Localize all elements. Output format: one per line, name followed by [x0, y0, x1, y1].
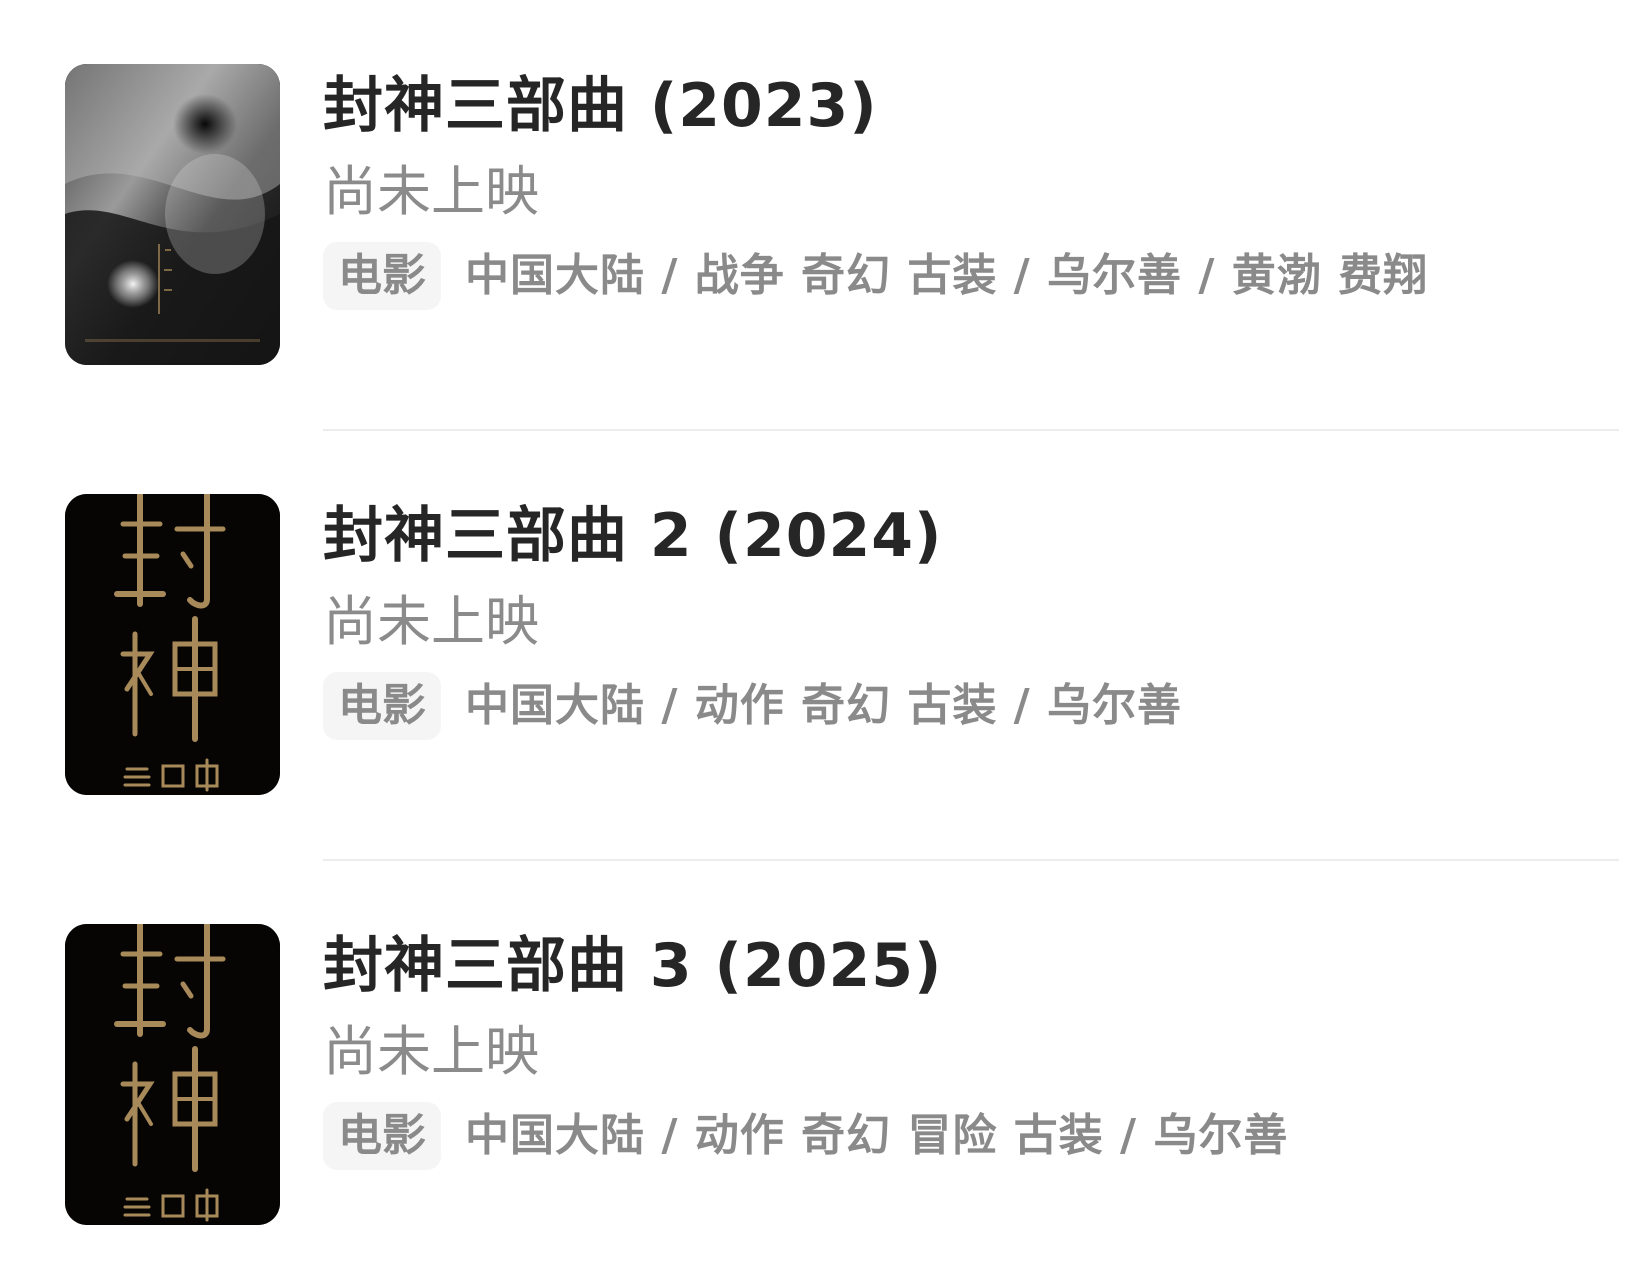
- type-tag: 电影: [323, 242, 441, 310]
- movie-list: 封神三部曲 (2023) 尚未上映 电影 中国大陆 / 战争 奇幻 古装 / 乌…: [0, 0, 1636, 1280]
- movie-meta: 电影 中国大陆 / 战争 奇幻 古装 / 乌尔善 / 黄渤 费翔: [323, 242, 1596, 310]
- poster-thumbnail[interactable]: [65, 494, 280, 795]
- list-item[interactable]: 封神三部曲 3 (2025) 尚未上映 电影 中国大陆 / 动作 奇幻 冒险 古…: [0, 860, 1636, 1270]
- movie-title[interactable]: 封神三部曲 (2023): [323, 64, 1596, 148]
- movie-description: 中国大陆 / 战争 奇幻 古装 / 乌尔善 / 黄渤 费翔: [465, 250, 1429, 301]
- movie-title[interactable]: 封神三部曲 2 (2024): [323, 494, 1596, 578]
- movie-info: 封神三部曲 3 (2025) 尚未上映 电影 中国大陆 / 动作 奇幻 冒险 古…: [323, 924, 1596, 1170]
- poster-thumbnail[interactable]: [65, 64, 280, 365]
- movie-meta: 电影 中国大陆 / 动作 奇幻 冒险 古装 / 乌尔善: [323, 1102, 1596, 1170]
- list-item[interactable]: 封神三部曲 (2023) 尚未上映 电影 中国大陆 / 战争 奇幻 古装 / 乌…: [0, 0, 1636, 431]
- yin-yang-poster-icon: [65, 64, 280, 365]
- calligraphy-poster-icon: [65, 494, 280, 795]
- movie-info: 封神三部曲 (2023) 尚未上映 电影 中国大陆 / 战争 奇幻 古装 / 乌…: [323, 64, 1596, 310]
- release-status: 尚未上映: [323, 1020, 539, 1083]
- movie-title[interactable]: 封神三部曲 3 (2025): [323, 924, 1596, 1008]
- release-status: 尚未上映: [323, 160, 539, 223]
- release-status: 尚未上映: [323, 590, 539, 653]
- movie-description: 中国大陆 / 动作 奇幻 冒险 古装 / 乌尔善: [465, 1110, 1289, 1161]
- type-tag: 电影: [323, 1102, 441, 1170]
- movie-meta: 电影 中国大陆 / 动作 奇幻 古装 / 乌尔善: [323, 672, 1596, 740]
- list-item[interactable]: 封神三部曲 2 (2024) 尚未上映 电影 中国大陆 / 动作 奇幻 古装 /…: [0, 430, 1636, 861]
- type-tag: 电影: [323, 672, 441, 740]
- movie-info: 封神三部曲 2 (2024) 尚未上映 电影 中国大陆 / 动作 奇幻 古装 /…: [323, 494, 1596, 740]
- movie-description: 中国大陆 / 动作 奇幻 古装 / 乌尔善: [465, 680, 1183, 731]
- calligraphy-poster-icon: [65, 924, 280, 1225]
- poster-thumbnail[interactable]: [65, 924, 280, 1225]
